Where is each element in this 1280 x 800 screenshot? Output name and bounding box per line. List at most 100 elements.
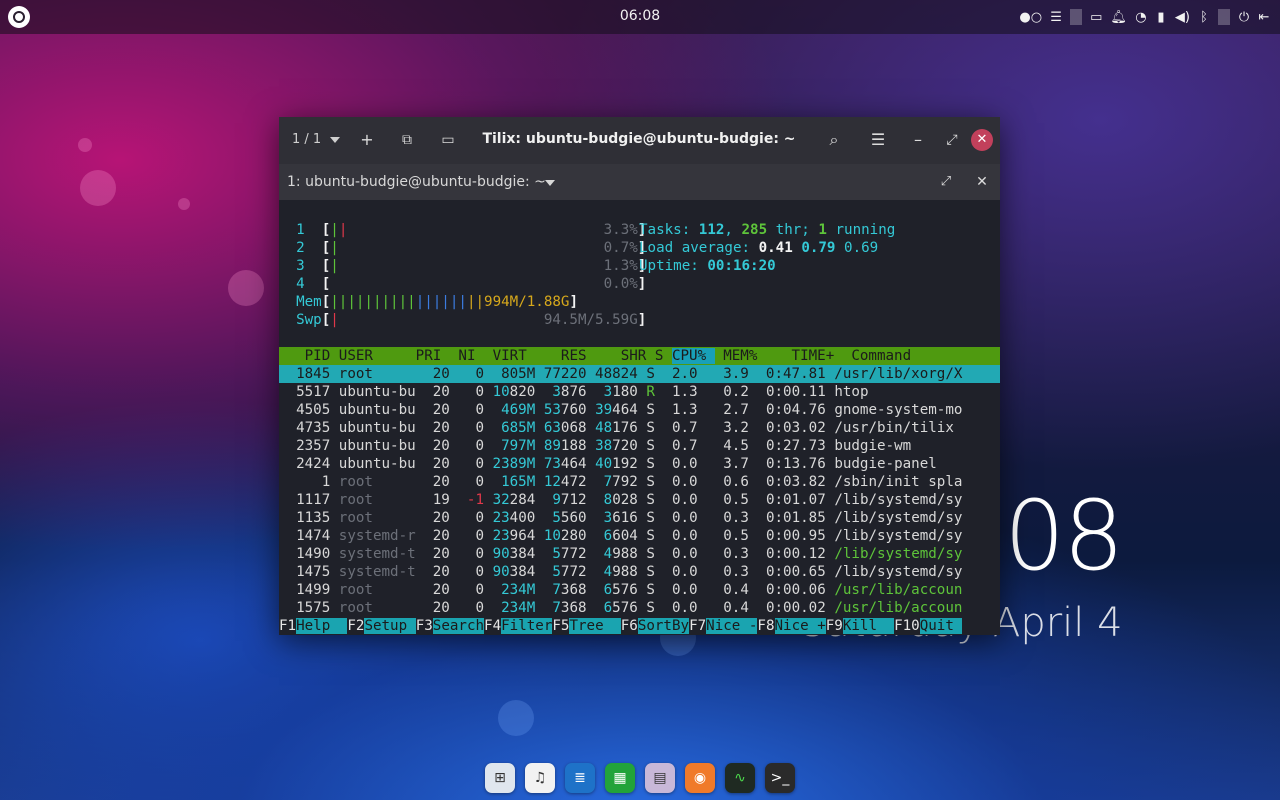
cell-state: S	[646, 456, 655, 472]
bell-icon[interactable]: 🔔︎	[1110, 10, 1127, 25]
add-session-icon[interactable]: +	[356, 129, 378, 151]
swp-meter-value: 94.5M/5.59G	[543, 312, 638, 328]
cell-mem: 0.5	[706, 528, 749, 544]
cell-cpu: 1.3	[663, 402, 698, 418]
fkey-label-f2[interactable]: Setup	[364, 618, 416, 634]
terminal-close-icon[interactable]: ✕	[971, 171, 993, 193]
fkey-f3[interactable]: F3	[416, 618, 433, 634]
search-icon[interactable]: ⌕	[823, 129, 845, 151]
cell-mem: 0.3	[706, 564, 749, 580]
app-grid-icon[interactable]: ⊞	[485, 763, 515, 793]
window-title: Tilix: ubuntu-budgie@ubuntu-budgie: ~	[482, 131, 796, 147]
fkey-label-f7[interactable]: Nice -	[706, 618, 758, 634]
process-row[interactable]: 4735 ubuntu-bu 20 0 685M 63068 48176 S 0…	[279, 419, 954, 437]
fkey-label-f1[interactable]: Help	[296, 618, 348, 634]
firefox-icon[interactable]: ◉	[685, 763, 715, 793]
cell-mem: 2.7	[706, 402, 749, 418]
process-row[interactable]: 5517 ubuntu-bu 20 0 10820 3876 3180 R 1.…	[279, 383, 868, 401]
process-row[interactable]: 4505 ubuntu-bu 20 0 469M 53760 39464 S 1…	[279, 401, 962, 419]
hamburger-menu-icon[interactable]: ☰	[867, 129, 889, 151]
cell-user: ubuntu-bu	[338, 402, 416, 418]
column-header-pid: PID	[279, 348, 339, 364]
system-monitor-icon[interactable]: ∿	[725, 763, 755, 793]
fkey-f9[interactable]: F9	[826, 618, 843, 634]
process-row[interactable]: 1845 root 20 0 805M 77220 48824 S 2.0 3.…	[279, 365, 1000, 383]
cell-command: /sbin/init spla	[834, 474, 963, 490]
process-row[interactable]: 1499 root 20 0 234M 7368 6576 S 0.0 0.4 …	[279, 581, 962, 599]
volume-icon[interactable]: ◀)	[1175, 10, 1190, 25]
terminal-titlebar[interactable]: 1: ubuntu-budgie@ubuntu-budgie: ~ ⤢ ✕	[279, 164, 1000, 200]
cell-virt: 797M	[484, 438, 536, 454]
process-row[interactable]: 2357 ubuntu-bu 20 0 797M 89188 38720 S 0…	[279, 437, 911, 455]
fkey-label-f8[interactable]: Nice +	[774, 618, 826, 634]
fkey-f10[interactable]: F10	[894, 618, 920, 634]
process-row[interactable]: 2424 ubuntu-bu 20 0 2389M 73464 40192 S …	[279, 455, 937, 473]
process-row[interactable]: 1575 root 20 0 234M 7368 6576 S 0.0 0.4 …	[279, 599, 962, 617]
process-row[interactable]: 1 root 20 0 165M 12472 7792 S 0.0 0.6 0:…	[279, 473, 963, 491]
process-row[interactable]: 1117 root 19 -1 32284 9712 8028 S 0.0 0.…	[279, 491, 962, 509]
cell-user: root	[338, 492, 416, 508]
fkey-f2[interactable]: F2	[347, 618, 364, 634]
fkey-label-f9[interactable]: Kill	[842, 618, 895, 634]
music-icon[interactable]: ♫	[525, 763, 555, 793]
terminal-maximize-icon[interactable]: ⤢	[935, 171, 957, 193]
bluetooth-icon[interactable]: ᛒ	[1198, 10, 1210, 25]
cell-state: S	[646, 546, 655, 562]
column-header-res: RES	[535, 348, 596, 364]
power-icon[interactable]: ⏻	[1238, 10, 1250, 25]
process-row[interactable]: 1490 systemd-t 20 0 90384 5772 4988 S 0.…	[279, 545, 962, 563]
process-row[interactable]: 1135 root 20 0 23400 5560 3616 S 0.0 0.3…	[279, 509, 962, 527]
calc-icon[interactable]: ▦	[605, 763, 635, 793]
htop-terminal[interactable]: 1 [|| 3.3%] 2 [| 0.7%] 3 [| 1.3%] 4 [ 0.…	[279, 200, 1000, 635]
fkey-f1[interactable]: F1	[279, 618, 296, 634]
cell-state: S	[646, 600, 655, 616]
cell-ni: 0	[449, 528, 485, 544]
split-right-icon[interactable]: ⧉	[396, 129, 418, 151]
process-row[interactable]: 1474 systemd-r 20 0 23964 10280 6604 S 0…	[279, 527, 962, 545]
close-icon[interactable]: ✕	[971, 129, 993, 151]
battery-icon[interactable]: ▮	[1155, 10, 1167, 25]
fkey-f5[interactable]: F5	[552, 618, 569, 634]
mem-meter-bar-cache: ||	[466, 294, 485, 310]
cpu-meter-value: 0.7%	[603, 240, 638, 256]
exit-icon[interactable]: ⇤	[1258, 10, 1270, 25]
mem-meter-row: Mem[||||||||||||||||||994M/1.88G]	[279, 293, 578, 311]
raven-menu-icon[interactable]: ☰	[1050, 10, 1062, 25]
session-counter[interactable]: 1 / 1	[292, 132, 321, 147]
fkey-f8[interactable]: F8	[757, 618, 774, 634]
cell-shr: 38720	[595, 438, 638, 454]
cell-user: root	[338, 510, 416, 526]
files-icon[interactable]: ▤	[645, 763, 675, 793]
fkey-label-f10[interactable]: Quit	[919, 618, 963, 634]
cell-res: 89188	[543, 438, 587, 454]
fkey-label-f6[interactable]: SortBy	[637, 618, 690, 634]
fkey-label-f5[interactable]: Tree	[569, 618, 621, 634]
terminal-title[interactable]: 1: ubuntu-budgie@ubuntu-budgie: ~	[287, 174, 546, 190]
fkey-f4[interactable]: F4	[484, 618, 501, 634]
cell-command: budgie-panel	[834, 456, 937, 472]
column-header-time: TIME+	[765, 348, 843, 364]
fkey-f6[interactable]: F6	[621, 618, 638, 634]
tilix-window[interactable]: 1 / 1 + ⧉ ▭ Tilix: ubuntu-budgie@ubuntu-…	[279, 117, 1000, 635]
terminal-menu-icon[interactable]	[545, 180, 555, 186]
desktop-clock-time: 08	[1004, 480, 1124, 592]
cell-res: 73464	[543, 456, 587, 472]
minimize-icon[interactable]: –	[907, 129, 929, 151]
fkey-f7[interactable]: F7	[689, 618, 706, 634]
process-row[interactable]: 1475 systemd-t 20 0 90384 5772 4988 S 0.…	[279, 563, 962, 581]
maximize-icon[interactable]: ⤢	[941, 129, 963, 151]
cell-mem: 0.5	[706, 492, 749, 508]
terminal-icon[interactable]: >_	[765, 763, 795, 793]
writer-icon[interactable]: ≣	[565, 763, 595, 793]
wifi-icon[interactable]: ◔	[1135, 10, 1147, 25]
cell-shr: 39464	[595, 402, 638, 418]
fkey-label-f3[interactable]: Search	[432, 618, 485, 634]
cell-pri: 20	[415, 528, 450, 544]
workspace-dots-icon[interactable]: ●○	[1019, 10, 1042, 25]
fkey-label-f4[interactable]: Filter	[501, 618, 553, 634]
window-titlebar[interactable]: 1 / 1 + ⧉ ▭ Tilix: ubuntu-budgie@ubuntu-…	[279, 117, 1000, 164]
cell-time: 0:00.65	[757, 564, 826, 580]
folder-icon[interactable]: ▭	[1090, 10, 1102, 25]
session-dropdown-icon[interactable]	[330, 137, 340, 143]
split-down-icon[interactable]: ▭	[437, 129, 459, 151]
